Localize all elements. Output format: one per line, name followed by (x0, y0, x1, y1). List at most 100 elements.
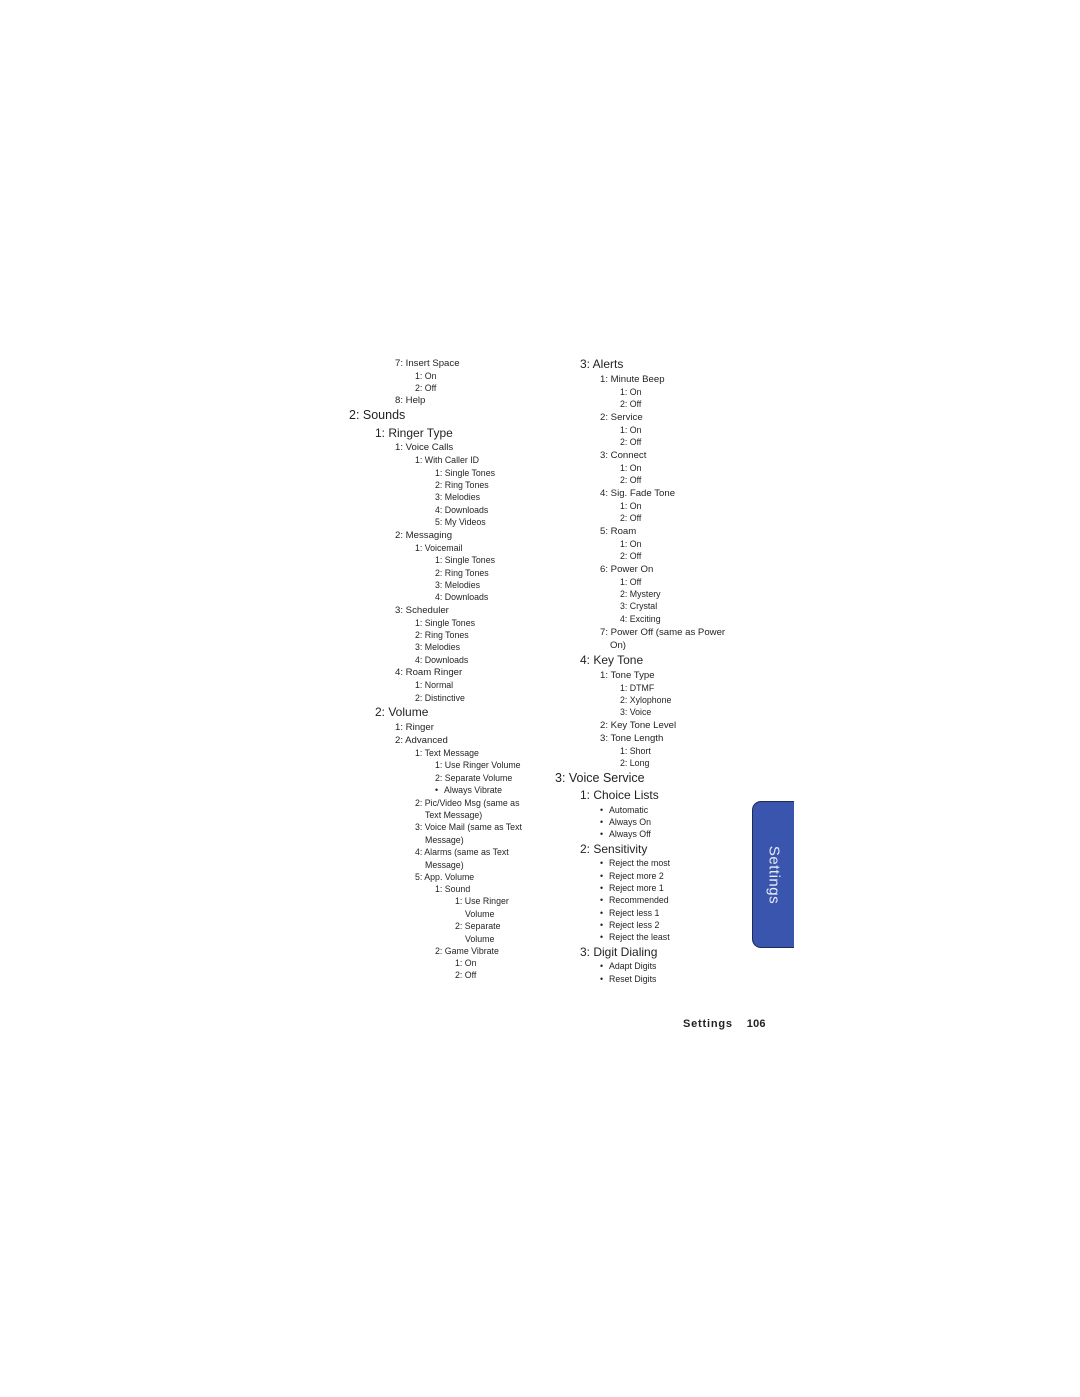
menu-item-level-3: 1: Normal (415, 680, 454, 690)
menu-item-level-1: 3: Alerts (580, 357, 624, 371)
menu-item-level-4: 2: Ring Tones (435, 568, 489, 578)
menu-item-level-1: 2: Sensitivity (580, 842, 648, 856)
menu-item-level-3: 3: Voice (620, 707, 652, 717)
menu-option-bullet-item: Always Vibrate (435, 786, 502, 795)
menu-item-level-2: 7: Power Off (same as Power (600, 627, 726, 638)
menu-item-level-2: 3: Scheduler (395, 605, 449, 616)
menu-item-level-3: Text Message) (425, 810, 483, 820)
footer-section-title: Settings (683, 1018, 733, 1030)
menu-item-level-3: Message) (425, 835, 464, 845)
menu-option-bullet-item: Recommended (600, 896, 669, 905)
menu-item-level-5: 2: Off (455, 970, 477, 980)
menu-item-level-2: 4: Roam Ringer (395, 667, 463, 678)
menu-item-level-2: On) (610, 640, 626, 651)
page-footer: Settings 106 (683, 1018, 766, 1030)
menu-item-level-3: 1: On (620, 501, 642, 511)
menu-item-level-3: 1: Text Message (415, 748, 479, 758)
menu-item-level-2: 2: Service (600, 412, 643, 423)
menu-option-bullet-item: Always Off (600, 830, 651, 839)
menu-item-level-1: 1: Ringer Type (375, 426, 453, 440)
menu-item-level-3: 1: On (620, 539, 642, 549)
menu-item-level-3: 1: On (620, 387, 642, 397)
menu-item-level-4: 4: Downloads (435, 505, 489, 515)
menu-option-bullet-item: Reset Digits (600, 975, 656, 984)
menu-item-level-3: 2: Pic/Video Msg (same as (415, 798, 520, 808)
side-tab-label: Settings (765, 845, 782, 904)
menu-item-level-4: 4: Downloads (435, 592, 489, 602)
menu-item-level-3: 2: Long (620, 758, 650, 768)
menu-item-level-3: 2: Off (415, 383, 437, 393)
menu-item-level-3: 1: Voicemail (415, 543, 463, 553)
menu-item-level-3: 2: Off (620, 399, 642, 409)
menu-item-level-3: 1: On (620, 425, 642, 435)
menu-item-level-3: 3: Melodies (415, 642, 460, 652)
menu-item-level-3: 2: Off (620, 513, 642, 523)
menu-item-level-5: 2: Separate (455, 921, 501, 931)
menu-item-level-3: 1: On (415, 371, 437, 381)
menu-item-level-3: Message) (425, 860, 464, 870)
menu-item-level-2: 2: Key Tone Level (600, 720, 677, 731)
menu-option-bullet-item: Always On (600, 818, 651, 827)
menu-item-level-3: 1: DTMF (620, 683, 655, 693)
menu-item-level-3: 1: Off (620, 577, 642, 587)
menu-item-level-3: 2: Ring Tones (415, 630, 469, 640)
menu-item-level-2: 8: Help (395, 395, 426, 406)
menu-item-level-5: Volume (465, 909, 495, 919)
menu-item-level-2: 5: Roam (600, 526, 637, 537)
menu-item-level-3: 3: Voice Mail (same as Text (415, 822, 522, 832)
menu-item-level-3: 2: Xylophone (620, 695, 672, 705)
menu-item-level-1: 1: Choice Lists (580, 788, 659, 802)
menu-item-level-5: Volume (465, 934, 495, 944)
menu-item-level-2: 6: Power On (600, 564, 654, 575)
menu-item-level-3: 4: Alarms (same as Text (415, 847, 509, 857)
menu-option-bullet-item: Reject the least (600, 933, 670, 942)
menu-option-bullet-item: Reject less 2 (600, 921, 659, 930)
menu-option-bullet-item: Reject the most (600, 859, 670, 868)
menu-item-level-4: 2: Ring Tones (435, 480, 489, 490)
menu-item-level-2: 1: Minute Beep (600, 374, 665, 385)
menu-item-level-1: 2: Volume (375, 705, 429, 719)
menu-item-level-2: 2: Messaging (395, 530, 453, 541)
menu-item-level-2: 1: Voice Calls (395, 442, 454, 453)
menu-item-level-4: 3: Melodies (435, 492, 480, 502)
menu-item-level-3: 2: Mystery (620, 589, 661, 599)
menu-item-level-2: 3: Tone Length (600, 733, 664, 744)
menu-item-level-4: 1: Single Tones (435, 468, 495, 478)
menu-item-level-3: 2: Off (620, 551, 642, 561)
menu-item-level-4: 1: Use Ringer Volume (435, 760, 521, 770)
menu-item-level-0: 2: Sounds (349, 408, 406, 422)
menu-item-level-3: 4: Downloads (415, 655, 469, 665)
menu-item-level-4: 1: Single Tones (435, 555, 495, 565)
page-number: 106 (746, 1018, 766, 1030)
menu-item-level-3: 5: App. Volume (415, 872, 475, 882)
menu-item-level-4: 1: Sound (435, 884, 471, 894)
menu-item-level-3: 1: On (620, 463, 642, 473)
menu-item-level-3: 2: Distinctive (415, 693, 465, 703)
menu-item-level-1: 3: Digit Dialing (580, 945, 658, 959)
menu-item-level-2: 1: Ringer (395, 722, 434, 733)
menu-item-level-5: 1: On (455, 958, 477, 968)
menu-item-level-2: 7: Insert Space (395, 358, 460, 369)
menu-item-level-5: 1: Use Ringer (455, 896, 509, 906)
menu-item-level-4: 5: My Videos (435, 517, 486, 527)
menu-item-level-2: 1: Tone Type (600, 670, 655, 681)
menu-option-bullet-item: Reject more 2 (600, 872, 664, 881)
menu-option-bullet-item: Adapt Digits (600, 962, 656, 971)
menu-item-level-3: 2: Off (620, 475, 642, 485)
menu-item-level-3: 1: With Caller ID (415, 455, 480, 465)
menu-item-level-3: 4: Exciting (620, 614, 661, 624)
menu-item-level-1: 4: Key Tone (580, 653, 644, 667)
menu-item-level-2: 4: Sig. Fade Tone (600, 488, 676, 499)
menu-item-level-4: 2: Separate Volume (435, 773, 513, 783)
menu-item-level-3: 2: Off (620, 437, 642, 447)
menu-item-level-0: 3: Voice Service (555, 771, 645, 785)
menu-item-level-2: 2: Advanced (395, 735, 448, 746)
menu-item-level-3: 1: Single Tones (415, 618, 475, 628)
menu-item-level-4: 3: Melodies (435, 580, 480, 590)
section-side-tab: Settings (752, 801, 794, 948)
menu-option-bullet-item: Reject less 1 (600, 909, 659, 918)
menu-item-level-3: 3: Crystal (620, 601, 658, 611)
menu-item-level-4: 2: Game Vibrate (435, 946, 499, 956)
menu-option-bullet-item: Automatic (600, 806, 648, 815)
menu-item-level-2: 3: Connect (600, 450, 647, 461)
